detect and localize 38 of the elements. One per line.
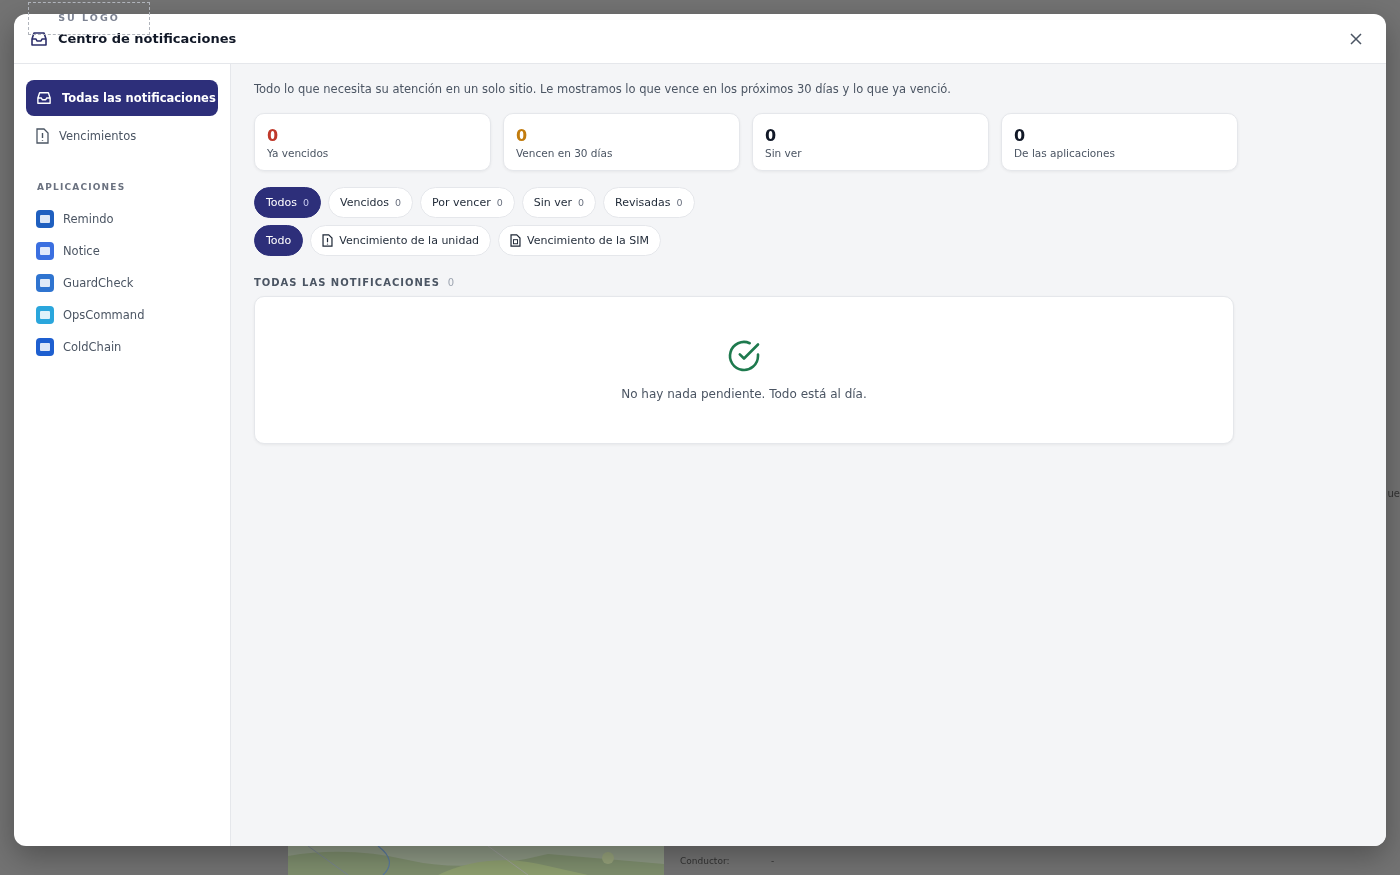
- filter-chip[interactable]: Todos 0: [254, 187, 322, 218]
- app-item[interactable]: OpsCommand: [26, 300, 218, 330]
- app-item[interactable]: Remindo: [26, 204, 218, 234]
- field-value: -: [771, 855, 775, 866]
- check-circle-icon: [727, 339, 761, 373]
- file-alert-icon: [36, 128, 49, 144]
- inbox-icon: [30, 30, 48, 47]
- intro-text: Todo lo que necesita su atención en un solo sitio. Le mostramos lo que vence en los próximos 30 días y lo que ya venció.: [254, 82, 952, 96]
- stat-label: Ya vencidos: [267, 146, 330, 159]
- app-item[interactable]: ColdChain: [26, 332, 218, 362]
- sidebar-item[interactable]: Vencimientos: [26, 118, 218, 154]
- filter-chip[interactable]: Vencimiento de la SIM: [498, 225, 661, 256]
- filter-chip[interactable]: Revisadas 0: [603, 187, 695, 218]
- logo-text: SU LOGO: [58, 12, 120, 23]
- window-title: Centro de notificaciones: [58, 31, 237, 46]
- file-alert-icon: [322, 234, 334, 247]
- close-icon: [1350, 32, 1362, 45]
- filter-chip[interactable]: Todo: [254, 225, 304, 256]
- filter-chip[interactable]: Sin ver 0: [521, 187, 597, 218]
- stat-label: De las aplicaciones: [1014, 146, 1116, 159]
- filter-chip[interactable]: Vencidos 0: [328, 187, 414, 218]
- section-heading: TODAS LAS NOTIFICACIONES: [254, 277, 440, 288]
- inbox-icon: [36, 91, 52, 105]
- empty-message: No hay nada pendiente. Todo está al día.: [621, 387, 867, 401]
- app-item[interactable]: GuardCheck: [26, 268, 218, 298]
- stat-value: 0: [765, 125, 778, 145]
- stat-value: 0: [1014, 125, 1027, 145]
- stat-value: 0: [267, 125, 280, 145]
- section-heading: APLICACIONES: [37, 182, 127, 192]
- stat-value: 0: [516, 125, 529, 145]
- filter-chip[interactable]: Vencimiento de la unidad: [310, 225, 492, 256]
- sidebar-item[interactable]: Todas las notificaciones: [26, 80, 218, 116]
- sim-card-icon: [510, 234, 522, 247]
- stat-label: Sin ver: [765, 146, 803, 159]
- filter-chip[interactable]: Por vencer 0: [420, 187, 515, 218]
- count-label: 0: [447, 277, 455, 288]
- stat-label: Vencen en 30 días: [516, 146, 614, 159]
- app-item[interactable]: Notice: [26, 236, 218, 266]
